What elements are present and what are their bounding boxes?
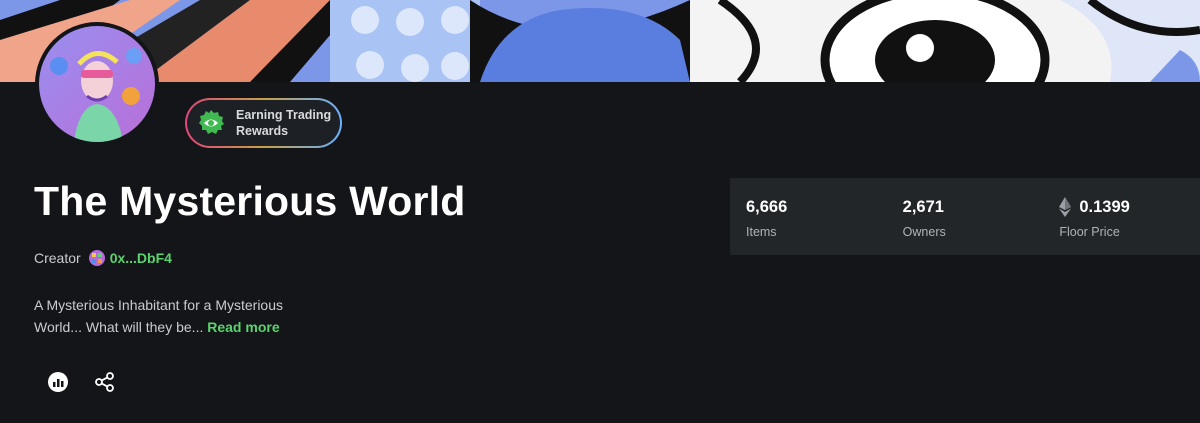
collection-banner [0, 0, 1200, 82]
stats-panel: 6,666 Items 2,671 Owners 0.1399 Floor Pr… [730, 178, 1200, 255]
creator-label: Creator [34, 250, 81, 266]
read-more-link[interactable]: Read more [207, 319, 279, 335]
share-icon [95, 372, 114, 392]
floor-price-value: 0.1399 [1079, 197, 1130, 216]
stat-label: Floor Price [1059, 225, 1120, 239]
stat-label: Owners [902, 225, 946, 239]
chart-icon [48, 372, 68, 392]
ethereum-icon [1059, 197, 1072, 217]
stat-items: 6,666 Items [730, 178, 887, 255]
page-title: The Mysterious World [34, 178, 466, 224]
stat-value: 2,671 [902, 197, 944, 216]
collection-description: A Mysterious Inhabitant for a Mysterious… [34, 294, 334, 338]
creator-row: Creator 0x...DbF4 [34, 250, 172, 266]
rewards-text: Earning Trading Rewards [236, 108, 332, 138]
creator-avatar-icon [88, 250, 105, 266]
stat-floor-price: 0.1399 Floor Price [1043, 178, 1200, 255]
earning-rewards-badge[interactable]: Earning Trading Rewards [185, 98, 342, 148]
collection-avatar [35, 22, 159, 146]
stat-label: Items [746, 225, 777, 239]
share-button[interactable] [93, 370, 117, 394]
activity-button[interactable] [46, 370, 70, 394]
eye-badge-icon [199, 110, 224, 134]
stat-value-row: 0.1399 [1059, 197, 1200, 217]
creator-address-link[interactable]: 0x...DbF4 [110, 250, 172, 266]
stat-value: 6,666 [746, 197, 788, 216]
stat-owners: 2,671 Owners [887, 178, 1044, 255]
